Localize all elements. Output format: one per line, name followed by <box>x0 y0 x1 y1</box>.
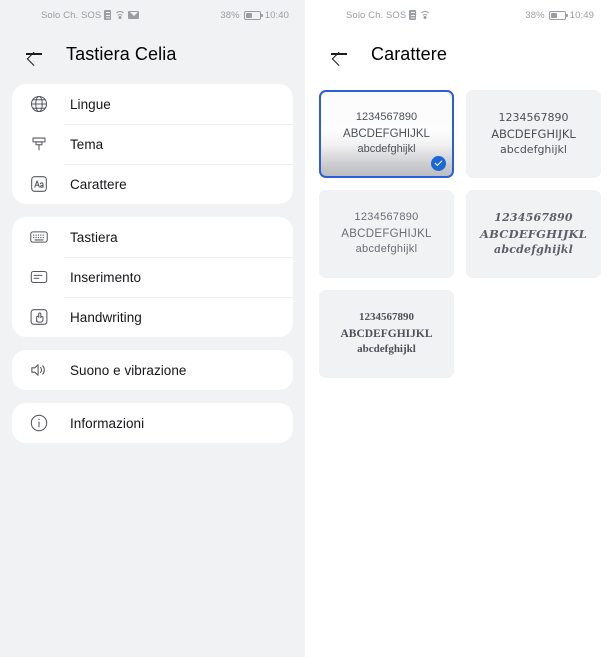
settings-groups: Lingue Tema Carattere Tastiera Inserimen… <box>0 78 305 443</box>
font-sample-lowercase: abcdefghijkl <box>355 243 418 256</box>
sidebar-item-label: Lingue <box>70 96 111 112</box>
sidebar-item-label: Informazioni <box>70 415 145 431</box>
font-option-card[interactable]: 1234567890 ABCDEFGHIJKL abcdefghijkl <box>319 190 454 278</box>
screen-keyboard-settings: Solo Ch. SOS 38% 10:40 Tastiera Celia Li… <box>0 0 305 657</box>
status-right-cluster: 38% 10:49 <box>525 10 594 21</box>
sidebar-item-inserimento[interactable]: Inserimento <box>12 257 293 297</box>
back-arrow-icon[interactable] <box>24 44 44 64</box>
clock-label: 10:49 <box>569 9 594 21</box>
sidebar-item-handwriting[interactable]: Handwriting <box>12 297 293 337</box>
info-icon <box>28 412 50 434</box>
sidebar-item-label: Suono e vibrazione <box>70 362 187 378</box>
input-card-icon <box>28 266 50 288</box>
sim-icon <box>409 10 417 20</box>
font-options-grid: 1234567890 ABCDEFGHIJKL abcdefghijkl 123… <box>305 78 610 378</box>
status-left-cluster: Solo Ch. SOS <box>346 9 431 21</box>
sidebar-item-label: Tastiera <box>70 229 118 245</box>
font-option-card[interactable]: 1234567890 ABCDEFGHIJKL abcdefghijkl <box>466 90 601 178</box>
sidebar-item-suono-e-vibrazione[interactable]: Suono e vibrazione <box>12 350 293 390</box>
title-bar-right: Carattere <box>305 30 610 78</box>
battery-percent-label: 38% <box>525 9 545 21</box>
sidebar-item-informazioni[interactable]: Informazioni <box>12 403 293 443</box>
font-option-card[interactable]: 1234567890 ABCDEFGHIJKL abcdefghijkl <box>319 290 454 378</box>
font-sample-uppercase: ABCDEFGHIJKL <box>480 226 587 241</box>
font-sample-digits: 1234567890 <box>359 310 414 323</box>
font-sample-uppercase: ABCDEFGHIJKL <box>343 127 430 140</box>
globe-icon <box>28 93 50 115</box>
font-option-card[interactable]: 1234567890 ABCDEFGHIJKL abcdefghijkl <box>466 190 601 278</box>
font-sample-digits: 1234567890 <box>354 210 419 223</box>
handwriting-hand-icon <box>28 306 50 328</box>
sidebar-item-label: Handwriting <box>70 309 142 325</box>
title-bar-left: Tastiera Celia <box>0 30 305 78</box>
font-sample-uppercase: ABCDEFGHIJKL <box>340 327 433 340</box>
clock-label: 10:40 <box>264 9 289 21</box>
sim-icon <box>104 10 112 20</box>
font-sample-lowercase: abcdefghijkl <box>500 143 567 157</box>
status-bar-right: Solo Ch. SOS 38% 10:49 <box>305 0 610 30</box>
dual-screenshot: Solo Ch. SOS 38% 10:40 Tastiera Celia Li… <box>0 0 610 657</box>
battery-icon <box>548 10 568 20</box>
keyboard-icon <box>28 226 50 248</box>
font-sample-lowercase: abcdefghijkl <box>494 243 573 257</box>
wifi-icon <box>419 10 431 20</box>
page-title: Tastiera Celia <box>66 43 177 64</box>
paint-brush-icon <box>28 133 50 155</box>
sidebar-item-tastiera[interactable]: Tastiera <box>12 217 293 257</box>
sidebar-item-label: Carattere <box>70 176 127 192</box>
page-title: Carattere <box>371 43 447 64</box>
battery-icon <box>243 10 263 20</box>
font-sample-digits: 1234567890 <box>498 110 569 124</box>
font-sample-uppercase: ABCDEFGHIJKL <box>341 227 432 240</box>
font-sample-lowercase: abcdefghijkl <box>357 143 416 156</box>
font-aa-icon <box>28 173 50 195</box>
font-sample-lowercase: abcdefghijkl <box>357 343 416 356</box>
wifi-icon <box>114 10 126 20</box>
settings-group-1: Lingue Tema Carattere <box>12 84 293 204</box>
mail-icon <box>128 11 140 19</box>
status-left-cluster: Solo Ch. SOS <box>41 9 140 21</box>
carrier-label: Solo Ch. SOS <box>41 9 102 21</box>
speaker-icon <box>28 359 50 381</box>
font-sample-digits: 1234567890 <box>355 110 418 123</box>
screen-font-picker: Solo Ch. SOS 38% 10:49 Carattere 1234567… <box>305 0 610 657</box>
settings-group-4: Informazioni <box>12 403 293 443</box>
battery-percent-label: 38% <box>220 9 240 21</box>
sidebar-item-lingue[interactable]: Lingue <box>12 84 293 124</box>
sidebar-item-carattere[interactable]: Carattere <box>12 164 293 204</box>
font-option-card[interactable]: 1234567890 ABCDEFGHIJKL abcdefghijkl <box>319 90 454 178</box>
back-arrow-icon[interactable] <box>329 44 349 64</box>
font-sample-digits: 1234567890 <box>494 210 573 224</box>
carrier-label: Solo Ch. SOS <box>346 9 407 21</box>
selected-check-icon <box>431 156 446 171</box>
settings-group-3: Suono e vibrazione <box>12 350 293 390</box>
sidebar-item-label: Inserimento <box>70 269 142 285</box>
font-sample-uppercase: ABCDEFGHIJKL <box>491 126 576 141</box>
status-right-cluster: 38% 10:40 <box>220 10 289 21</box>
sidebar-item-label: Tema <box>70 136 104 152</box>
settings-group-2: Tastiera Inserimento Handwriting <box>12 217 293 337</box>
status-bar-left: Solo Ch. SOS 38% 10:40 <box>0 0 305 30</box>
sidebar-item-tema[interactable]: Tema <box>12 124 293 164</box>
